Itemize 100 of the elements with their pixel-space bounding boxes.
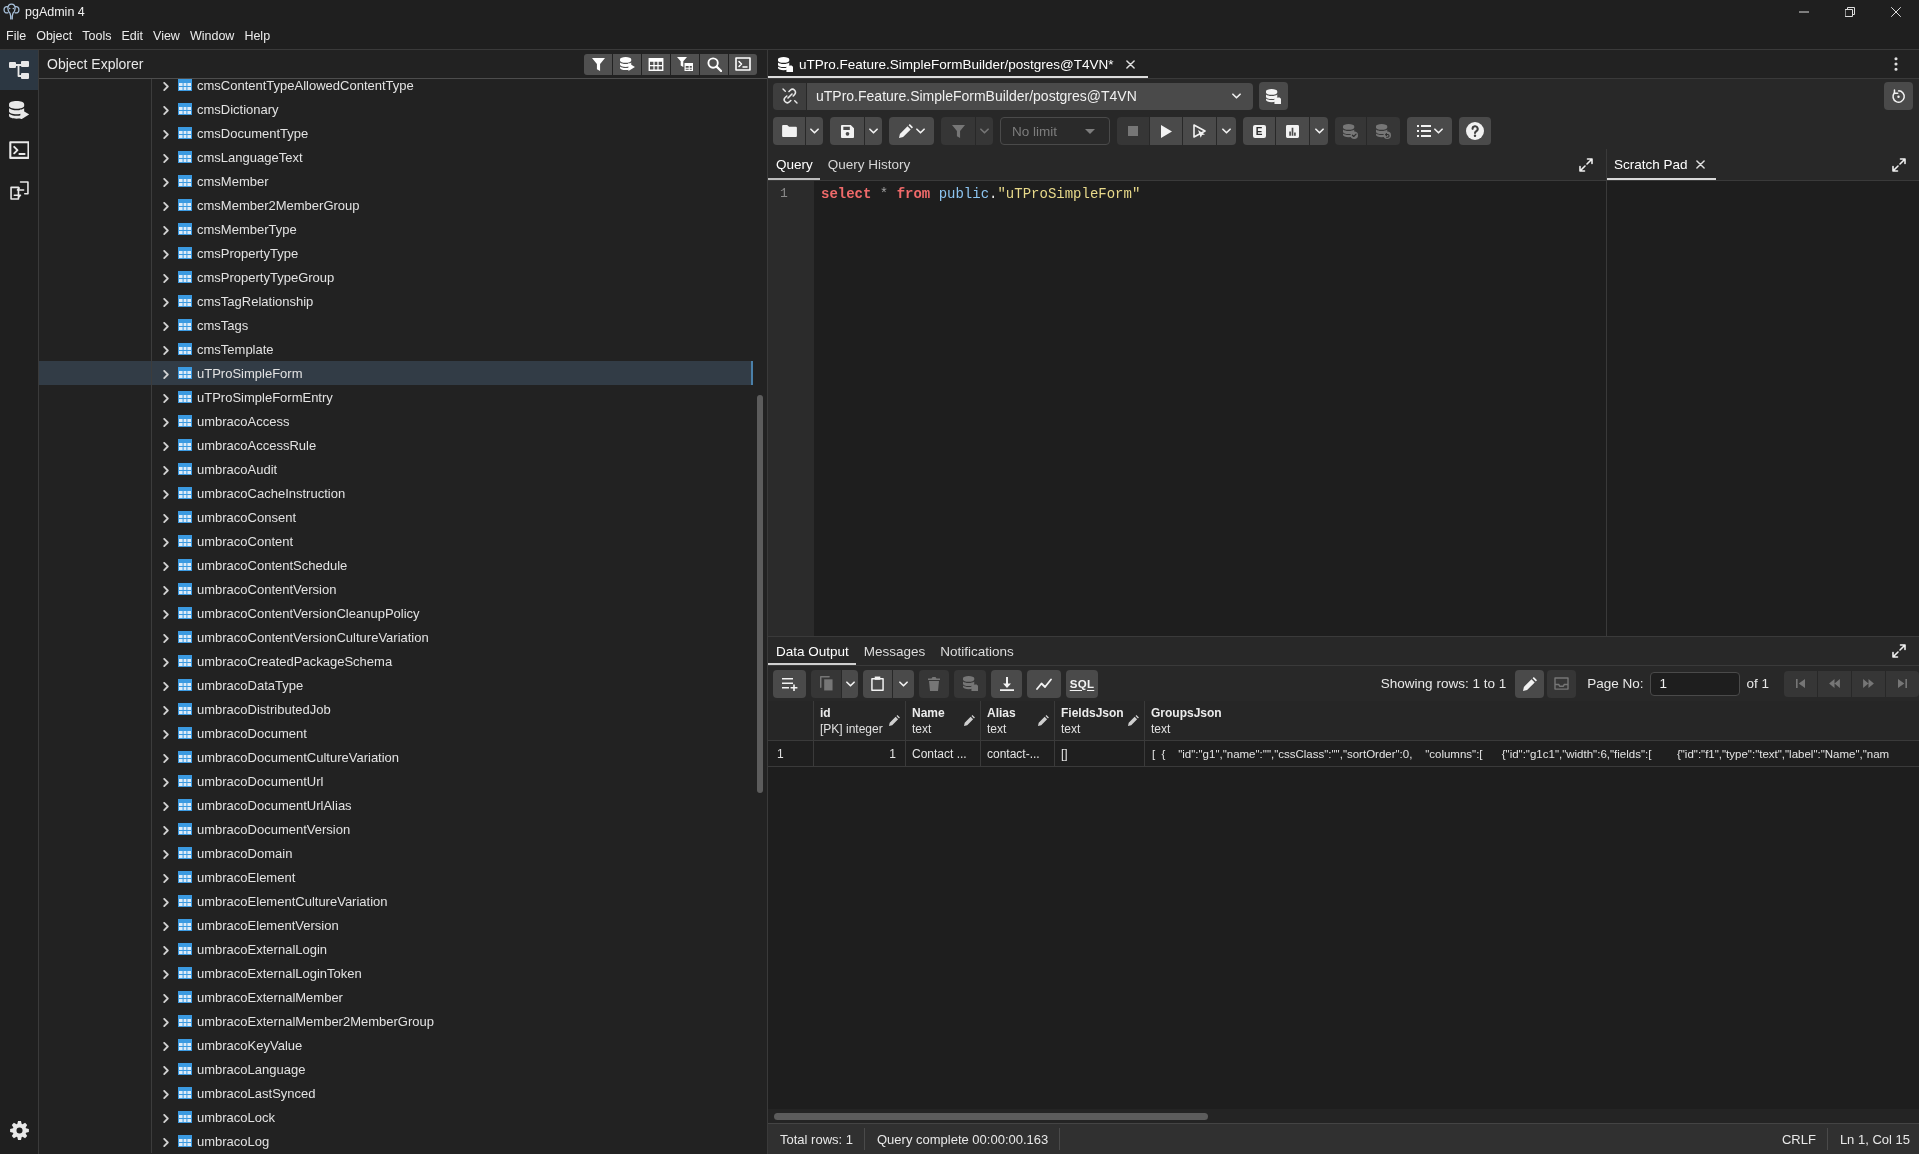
chevron-right-icon[interactable] [163,154,169,163]
results-tab[interactable]: Notifications [932,637,1021,665]
view-data-button[interactable] [642,53,670,75]
tree-item[interactable]: cmsDocumentType [39,121,753,145]
menu-item[interactable]: Edit [116,23,149,49]
menu-item[interactable]: View [148,23,185,49]
chevron-right-icon[interactable] [163,1138,169,1147]
execute-menu-button[interactable] [1217,117,1236,145]
tree-item[interactable]: cmsPropertyType [39,241,753,265]
chevron-right-icon[interactable] [163,658,169,667]
edit-button[interactable] [889,117,934,145]
tree-item[interactable]: umbracoLanguage [39,1057,753,1081]
close-tab-button[interactable] [1693,157,1708,172]
code-editor[interactable]: 1 select * from public."uTProSimpleForm" [768,181,1606,636]
menu-item[interactable]: Tools [77,23,117,49]
chevron-right-icon[interactable] [163,538,169,547]
tree-item[interactable]: umbracoDocument [39,721,753,745]
page-number-field[interactable]: 1 [1650,671,1741,696]
chevron-right-icon[interactable] [163,202,169,211]
search-button[interactable] [700,53,728,75]
tree-item[interactable]: umbracoExternalLogin [39,937,753,961]
column-header[interactable]: Name text [906,701,981,740]
tree-item[interactable]: umbracoContentVersion [39,577,753,601]
tree-item[interactable]: uTProSimpleForm [39,361,753,385]
macros-button[interactable] [1407,117,1452,145]
tree-item[interactable]: umbracoExternalLoginToken [39,961,753,985]
tree-item[interactable]: umbracoAccessRule [39,433,753,457]
chevron-right-icon[interactable] [163,682,169,691]
results-tab[interactable]: Messages [855,637,933,665]
add-row-button[interactable] [773,669,806,698]
tree-item[interactable]: umbracoDocumentCultureVariation [39,745,753,769]
tree-item[interactable]: cmsTags [39,313,753,337]
tree-item[interactable]: umbracoDocumentVersion [39,817,753,841]
chevron-right-icon[interactable] [163,1042,169,1051]
chevron-right-icon[interactable] [163,610,169,619]
tree-item[interactable]: umbracoLock [39,1105,753,1129]
chevron-right-icon[interactable] [163,970,169,979]
chevron-right-icon[interactable] [163,898,169,907]
column-header[interactable]: Alias text [981,701,1055,740]
tree-item[interactable]: umbracoConsent [39,505,753,529]
chevron-right-icon[interactable] [163,370,169,379]
reset-layout-button[interactable] [1884,82,1913,110]
tree-item[interactable]: umbracoAccess [39,409,753,433]
tree-item[interactable]: umbracoExternalMember2MemberGroup [39,1009,753,1033]
execute-script-button[interactable] [1183,117,1216,145]
scrollbar-thumb[interactable] [774,1112,1208,1120]
menu-item[interactable]: File [0,23,32,49]
chevron-right-icon[interactable] [163,82,169,91]
tree-item[interactable]: cmsMember2MemberGroup [39,193,753,217]
chevron-right-icon[interactable] [163,946,169,955]
explain-button[interactable]: E [1243,117,1275,145]
maximize-button[interactable] [1891,156,1907,173]
tree-item[interactable]: cmsDictionary [39,97,753,121]
query-tool-button[interactable] [613,53,641,75]
chevron-right-icon[interactable] [163,226,169,235]
connection-status-button[interactable] [773,82,806,110]
tree-item[interactable]: cmsContentTypeAllowedContentType [39,79,753,97]
explain-analyze-button[interactable] [1276,117,1309,145]
chevron-right-icon[interactable] [163,346,169,355]
chevron-right-icon[interactable] [163,1114,169,1123]
chevron-right-icon[interactable] [163,394,169,403]
menu-item[interactable]: Help [239,23,276,49]
tree-item[interactable]: umbracoKeyValue [39,1033,753,1057]
tree-item[interactable]: umbracoElementVersion [39,913,753,937]
chevron-right-icon[interactable] [163,418,169,427]
chevron-right-icon[interactable] [163,754,169,763]
tree-item[interactable]: umbracoElement [39,865,753,889]
chevron-right-icon[interactable] [163,778,169,787]
chevron-right-icon[interactable] [163,1018,169,1027]
tree-item[interactable]: umbracoContent [39,529,753,553]
column-header[interactable]: FieldsJson text [1055,701,1145,740]
chevron-right-icon[interactable] [163,922,169,931]
connection-select[interactable]: uTPro.Feature.SimpleFormBuilder/postgres@T4VN [807,82,1253,110]
copy-menu-button[interactable] [842,669,858,698]
scratch-pad-field[interactable] [1607,181,1919,636]
tree-item[interactable]: umbracoLastSynced [39,1081,753,1105]
graph-button[interactable] [1027,669,1061,698]
tree-item[interactable]: umbracoElementCultureVariation [39,889,753,913]
menu-item[interactable]: Object [31,23,78,49]
column-header[interactable]: id [PK] integer [814,701,906,740]
edit-button[interactable] [1515,669,1545,698]
chevron-right-icon[interactable] [163,130,169,139]
results-tab[interactable]: Data Output [768,637,856,665]
editor-tab[interactable]: Query History [819,149,918,180]
tree-item[interactable]: cmsTagRelationship [39,289,753,313]
chevron-right-icon[interactable] [163,1090,169,1099]
chevron-right-icon[interactable] [163,514,169,523]
save-file-button[interactable] [830,117,864,145]
tree-item[interactable]: umbracoLog [39,1129,753,1153]
tree-item[interactable]: cmsPropertyTypeGroup [39,265,753,289]
tree-item[interactable]: umbracoDocumentUrlAlias [39,793,753,817]
close-tab-button[interactable] [1123,57,1138,71]
explain-menu-button[interactable] [1310,117,1328,145]
chevron-right-icon[interactable] [163,586,169,595]
scrollbar-thumb[interactable] [757,395,763,793]
maximize-button[interactable] [1578,156,1594,173]
chevron-right-icon[interactable] [163,802,169,811]
object-explorer-button[interactable] [0,50,38,90]
tree-item[interactable]: umbracoExternalMember [39,985,753,1009]
chevron-right-icon[interactable] [163,874,169,883]
